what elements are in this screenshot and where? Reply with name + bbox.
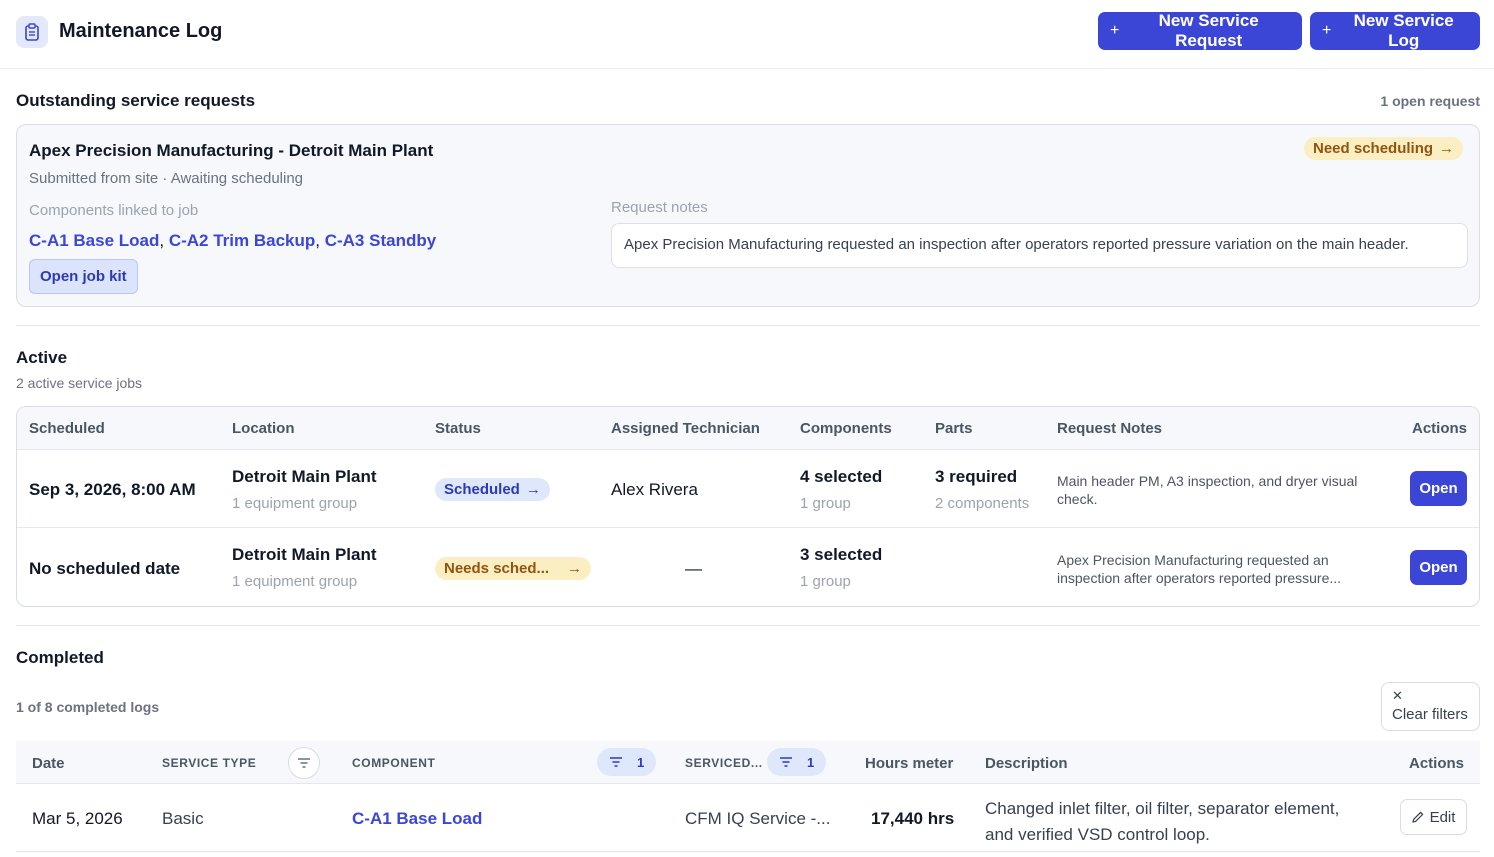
active-section-title: Active — [16, 348, 68, 367]
components-label: Components linked to job — [29, 202, 199, 219]
scheduled-date: No scheduled date — [29, 559, 181, 578]
request-notes-cell: Main header PM, A3 inspection, and dryer… — [1057, 473, 1358, 507]
column-header-actions: Actions — [1408, 755, 1464, 772]
status-label: Scheduled — [444, 481, 520, 498]
filter-icon — [780, 757, 792, 767]
clear-filters-button[interactable]: ✕ Clear filters — [1381, 682, 1480, 731]
page-title: Maintenance Log — [59, 20, 223, 42]
need-scheduling-badge[interactable]: Need scheduling → — [1304, 137, 1464, 160]
components-count: 3 selected — [800, 545, 883, 564]
table-row[interactable]: No scheduled date Detroit Main Plant 1 e… — [17, 529, 1479, 606]
technician: — — [685, 559, 702, 578]
table-row[interactable]: Mar 5, 2026 Basic C-A1 Base Load CFM IQ … — [16, 784, 1480, 852]
arrow-right-icon: → — [567, 560, 583, 577]
column-header: Actions — [1411, 420, 1467, 437]
request-subtitle: Submitted from site · Awaiting schedulin… — [29, 170, 304, 187]
component-link[interactable]: C-A2 Trim Backup — [169, 231, 315, 250]
filter-icon[interactable] — [288, 747, 320, 779]
clipboard-icon — [16, 16, 48, 48]
request-notes-cell: Apex Precision Manufacturing requested a… — [1057, 552, 1342, 586]
outstanding-section-title: Outstanding service requests — [16, 91, 256, 110]
arrow-right-icon: → — [1439, 140, 1455, 157]
column-header-service-type[interactable]: SERVICE TYPE — [162, 756, 256, 770]
column-header[interactable]: Parts — [935, 420, 973, 437]
description: Changed inlet filter, oil filter, separa… — [985, 796, 1339, 848]
open-job-kit-button[interactable]: Open job kit — [29, 259, 138, 294]
open-job-button[interactable]: Open — [1410, 550, 1467, 585]
column-header[interactable]: Location — [232, 420, 295, 437]
status-badge[interactable]: Needs sched... → — [435, 557, 592, 580]
status-label: Needs sched... — [444, 560, 550, 577]
request-notes: Apex Precision Manufacturing requested a… — [611, 223, 1468, 268]
service-request-card: Apex Precision Manufacturing - Detroit M… — [16, 124, 1480, 307]
description-line: and verified VSD control loop. — [985, 825, 1210, 844]
divider — [16, 325, 1480, 326]
status-badge[interactable]: Scheduled → — [435, 478, 550, 501]
hours-meter: 17,440 hrs — [871, 809, 955, 828]
column-header[interactable]: Assigned Technician — [611, 420, 760, 437]
components-sub: 1 group — [800, 573, 851, 590]
new-service-log-label: New Service Log — [1353, 11, 1454, 50]
new-service-request-button[interactable]: + New Service Request — [1098, 11, 1302, 50]
filter-count: 1 — [637, 754, 645, 770]
component-filter-pill[interactable]: 1 — [597, 748, 657, 776]
edit-label: Edit — [1429, 808, 1456, 826]
completed-count: 1 of 8 completed logs — [16, 699, 160, 715]
component-link[interactable]: C-A1 Base Load — [352, 809, 482, 829]
column-header-serviced[interactable]: SERVICED... — [685, 756, 763, 770]
request-title: Apex Precision Manufacturing - Detroit M… — [29, 141, 434, 160]
components-sub: 1 group — [800, 495, 851, 512]
service-type: Basic — [162, 809, 204, 828]
need-scheduling-label: Need scheduling — [1313, 140, 1434, 157]
description-line: Changed inlet filter, oil filter, separa… — [985, 799, 1340, 818]
open-job-button[interactable]: Open — [1410, 471, 1467, 506]
scheduled-date: Sep 3, 2026, 8:00 AM — [29, 480, 196, 499]
new-service-request-label: New Service Request — [1158, 11, 1259, 50]
serviced-filter-pill[interactable]: 1 — [767, 748, 827, 776]
serviced-by: CFM IQ Service -... — [685, 809, 831, 828]
completed-section-title: Completed — [16, 648, 104, 667]
column-header-description[interactable]: Description — [985, 755, 1068, 772]
new-service-log-button[interactable]: + New Service Log — [1310, 11, 1480, 50]
plus-icon: + — [1322, 22, 1332, 39]
filter-icon — [610, 757, 622, 767]
column-header-component[interactable]: COMPONENT — [352, 756, 435, 770]
table-row[interactable]: Sep 3, 2026, 8:00 AM Detroit Main Plant … — [17, 450, 1479, 528]
location: Detroit Main Plant — [232, 545, 377, 564]
active-jobs-table: Scheduled Location Status Assigned Techn… — [16, 406, 1480, 607]
pencil-icon — [1411, 811, 1424, 823]
location: Detroit Main Plant — [232, 467, 377, 486]
column-header-date[interactable]: Date — [32, 755, 65, 772]
table-header: Scheduled Location Status Assigned Techn… — [17, 407, 1479, 450]
components-count: 4 selected — [800, 467, 883, 486]
column-header[interactable]: Scheduled — [29, 420, 105, 437]
column-header[interactable]: Status — [435, 420, 481, 437]
active-count: 2 active service jobs — [16, 375, 143, 391]
column-header[interactable]: Request Notes — [1057, 420, 1162, 437]
location-sub: 1 equipment group — [232, 495, 358, 512]
request-notes-label: Request notes — [611, 199, 708, 216]
linked-components: C-A1 Base Load, C-A2 Trim Backup, C-A3 S… — [29, 231, 437, 250]
column-header[interactable]: Components — [800, 420, 892, 437]
completed-table-header: Date SERVICE TYPE COMPONENT 1 SERVICED..… — [16, 741, 1480, 784]
location-sub: 1 equipment group — [232, 573, 358, 590]
arrow-right-icon: → — [525, 481, 541, 498]
open-request-count: 1 open request — [1380, 93, 1480, 109]
log-date: Mar 5, 2026 — [32, 809, 123, 828]
close-icon: ✕ — [1392, 688, 1403, 703]
column-header-hours[interactable]: Hours meter — [865, 755, 953, 772]
app-header: Maintenance Log + New Service Request + … — [0, 0, 1494, 69]
plus-icon: + — [1110, 22, 1120, 39]
parts-count: 3 required — [935, 467, 1018, 486]
edit-log-button[interactable]: Edit — [1400, 799, 1467, 835]
parts-sub: 2 components — [935, 495, 1030, 512]
divider — [16, 625, 1480, 626]
technician: Alex Rivera — [611, 480, 698, 499]
component-link[interactable]: C-A3 Standby — [325, 231, 436, 250]
component-link[interactable]: C-A1 Base Load — [29, 231, 159, 250]
clear-filters-label: Clear filters — [1392, 706, 1468, 723]
filter-count: 1 — [807, 754, 815, 770]
